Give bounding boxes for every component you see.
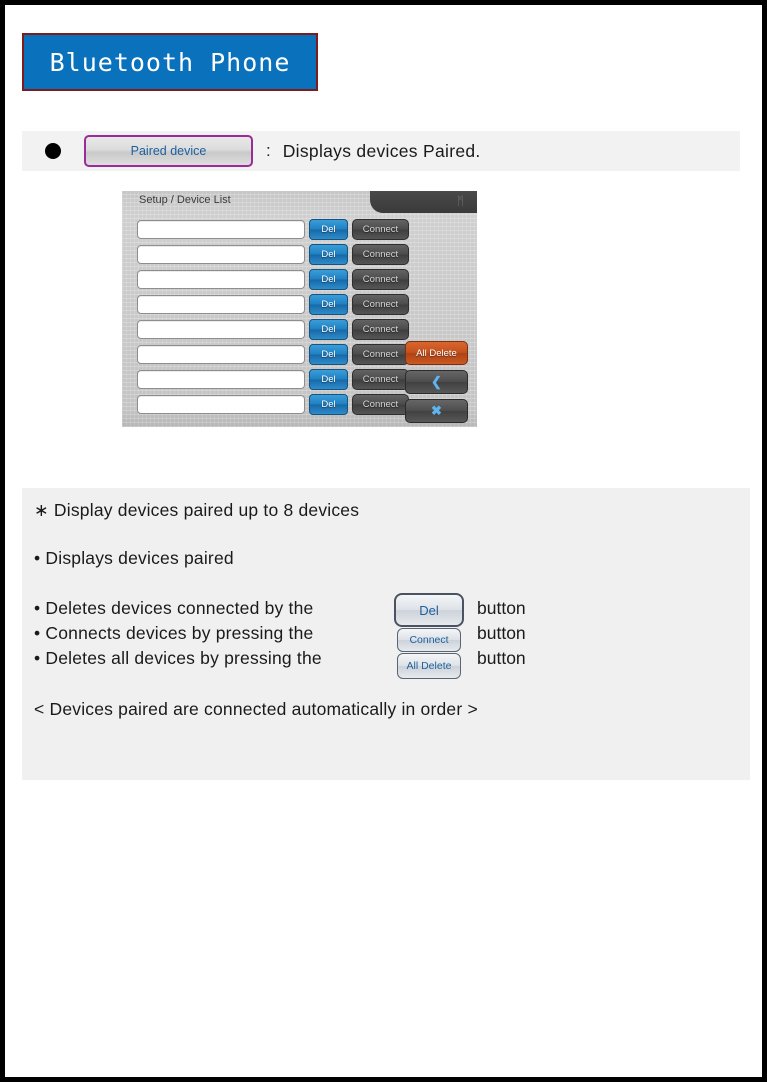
connect-button[interactable]: Connect: [352, 319, 409, 340]
inline-del-button[interactable]: Del: [394, 593, 464, 627]
connect-button[interactable]: Connect: [352, 219, 409, 240]
inline-all-delete-button[interactable]: All Delete: [397, 653, 461, 679]
del-button[interactable]: Del: [309, 294, 348, 315]
connect-button[interactable]: Connect: [352, 394, 409, 415]
header-separator: :: [266, 141, 271, 160]
description-bullet-1: • Displays devices paired: [34, 548, 234, 568]
table-row: Del Connect: [137, 294, 422, 315]
header-band: Paired device : Displays devices Paired.: [22, 131, 740, 171]
all-delete-button[interactable]: All Delete: [405, 341, 468, 365]
del-button[interactable]: Del: [309, 319, 348, 340]
table-row: Del Connect: [137, 219, 422, 240]
table-row: Del Connect: [137, 244, 422, 265]
inline-button-group: Del Connect All Delete: [394, 593, 464, 679]
header-description: Displays devices Paired.: [282, 140, 481, 161]
description-block: ∗ Display devices paired up to 8 devices…: [22, 488, 750, 780]
description-word-button-3: button: [477, 648, 526, 668]
device-name-field[interactable]: [137, 220, 305, 239]
connect-button[interactable]: Connect: [352, 344, 409, 365]
device-name-field[interactable]: [137, 370, 305, 389]
slide-page: Bluetooth Phone Paired device : Displays…: [0, 0, 767, 1082]
device-name-field[interactable]: [137, 320, 305, 339]
table-row: Del Connect: [137, 394, 422, 415]
description-bullet-2: • Deletes devices connected by the: [34, 598, 314, 618]
del-button[interactable]: Del: [309, 244, 348, 265]
description-bullet-4: • Deletes all devices by pressing the: [34, 648, 322, 668]
del-button[interactable]: Del: [309, 219, 348, 240]
device-name-field[interactable]: [137, 295, 305, 314]
connect-button[interactable]: Connect: [352, 369, 409, 390]
paired-device-chip-label: Paired device: [130, 144, 207, 158]
device-name-field[interactable]: [137, 245, 305, 264]
page-title: Bluetooth Phone: [49, 47, 291, 77]
connect-button[interactable]: Connect: [352, 294, 409, 315]
del-button[interactable]: Del: [309, 369, 348, 390]
table-row: Del Connect: [137, 319, 422, 340]
device-name-field[interactable]: [137, 395, 305, 414]
del-button[interactable]: Del: [309, 269, 348, 290]
description-bullet-3: • Connects devices by pressing the: [34, 623, 314, 643]
device-list-screenshot: Setup / Device List ᛗ Del Connect Del Co…: [122, 191, 477, 427]
description-star-line: ∗ Display devices paired up to 8 devices: [34, 500, 360, 520]
page-title-banner: Bluetooth Phone: [22, 33, 318, 91]
screen-title: Setup / Device List: [139, 194, 231, 206]
close-icon[interactable]: ✖: [405, 399, 468, 423]
table-row: Del Connect: [137, 369, 422, 390]
device-row-list: Del Connect Del Connect Del Connect Del …: [137, 219, 422, 419]
inline-connect-button[interactable]: Connect: [397, 628, 461, 652]
bullet-dot-icon: [45, 143, 61, 159]
device-name-field[interactable]: [137, 270, 305, 289]
description-word-button-2: button: [477, 623, 526, 643]
description-word-button-1: button: [477, 598, 526, 618]
del-button[interactable]: Del: [309, 344, 348, 365]
screen-titlebar: Setup / Device List ᛗ: [122, 191, 477, 213]
description-note: < Devices paired are connected automatic…: [34, 699, 478, 719]
bluetooth-icon: ᛗ: [456, 194, 464, 208]
table-row: Del Connect: [137, 269, 422, 290]
paired-device-chip[interactable]: Paired device: [84, 135, 253, 167]
del-button[interactable]: Del: [309, 394, 348, 415]
device-name-field[interactable]: [137, 345, 305, 364]
connect-button[interactable]: Connect: [352, 269, 409, 290]
table-row: Del Connect: [137, 344, 422, 365]
back-arrow-icon[interactable]: ❮: [405, 370, 468, 394]
screen-action-buttons: All Delete ❮ ✖: [405, 341, 468, 427]
connect-button[interactable]: Connect: [352, 244, 409, 265]
